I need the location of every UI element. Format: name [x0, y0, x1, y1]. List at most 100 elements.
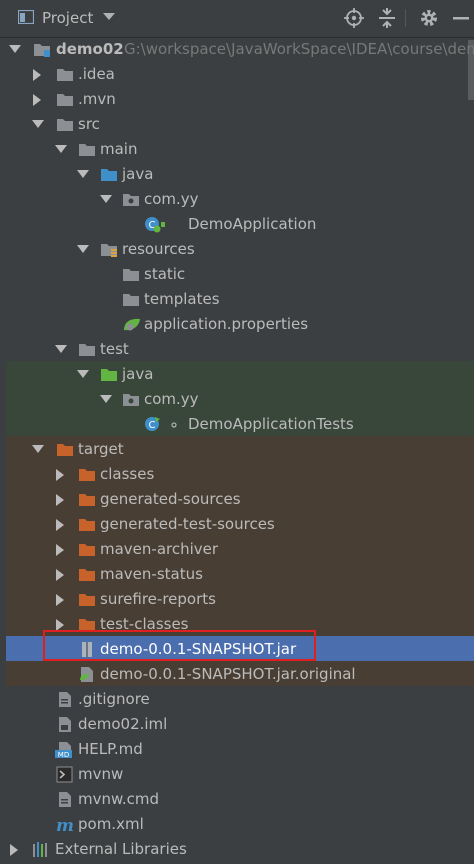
tree-row-surefire-reports[interactable]: surefire-reports — [0, 587, 474, 612]
spring-properties-icon — [124, 318, 140, 331]
locate-icon[interactable] — [344, 8, 364, 28]
tree-item-label: classes — [100, 465, 155, 483]
resources-folder-icon — [101, 244, 117, 257]
tree-item-label: static — [144, 265, 186, 283]
expand-arrow-icon[interactable] — [32, 445, 44, 453]
tree-row-resources[interactable]: resources — [0, 237, 474, 262]
expand-arrow-icon[interactable] — [9, 45, 21, 53]
tree-item-label: mvnw — [78, 765, 124, 783]
excluded-folder-icon — [79, 494, 95, 506]
tree-row-mvnw-cmd[interactable]: mvnw.cmd — [0, 787, 474, 812]
tree-item-label: pom.xml — [78, 815, 144, 833]
collapse-arrow-icon[interactable] — [56, 494, 64, 506]
tree-item-label: java — [122, 365, 154, 383]
expand-arrow-icon[interactable] — [100, 395, 112, 403]
tree-row-test-java[interactable]: java — [0, 362, 474, 387]
expand-arrow-icon[interactable] — [77, 245, 89, 253]
tree-item-label: .gitignore — [78, 690, 150, 708]
tree-row-test-package[interactable]: com.yy — [0, 387, 474, 412]
collapse-arrow-icon[interactable] — [10, 844, 18, 856]
file-icon — [80, 667, 93, 682]
tree-row-demo-application[interactable]: C DemoApplication — [0, 212, 474, 237]
excluded-folder-icon — [79, 544, 95, 556]
tree-item-label: com.yy — [144, 390, 199, 408]
module-folder-icon — [34, 44, 50, 57]
collapse-arrow-icon[interactable] — [33, 69, 41, 81]
expand-arrow-icon[interactable] — [32, 120, 44, 128]
expand-arrow-icon[interactable] — [100, 195, 112, 203]
tree-item-label: surefire-reports — [100, 590, 216, 608]
libraries-icon — [33, 842, 47, 857]
tree-row-snapshot-jar-original[interactable]: demo-0.0.1-SNAPSHOT.jar.original — [0, 662, 474, 687]
panel-title[interactable]: Project — [42, 9, 93, 27]
expand-arrow-icon[interactable] — [55, 345, 67, 353]
collapse-arrow-icon[interactable] — [56, 544, 64, 556]
collapse-arrow-icon[interactable] — [56, 469, 64, 481]
tree-item-label: mvnw.cmd — [78, 790, 160, 808]
tree-item-label: .mvn — [78, 90, 116, 108]
tree-row-main-java[interactable]: java — [0, 162, 474, 187]
tree-item-label: com.yy — [144, 190, 199, 208]
excluded-folder-icon — [79, 469, 95, 481]
spring-boot-class-icon: C — [145, 217, 165, 233]
tree-row-main[interactable]: main — [0, 137, 474, 162]
collapse-all-icon[interactable] — [377, 8, 397, 28]
tree-item-label: maven-archiver — [100, 540, 219, 558]
tree-item-label: generated-test-sources — [100, 515, 275, 533]
tree-row-gitignore[interactable]: .gitignore — [0, 687, 474, 712]
svg-text:MD: MD — [58, 751, 69, 758]
tree-row-mvn[interactable]: .mvn — [0, 87, 474, 112]
tree-row-pom[interactable]: m pom.xml — [0, 812, 474, 837]
collapse-arrow-icon[interactable] — [33, 94, 41, 106]
package-icon — [123, 194, 139, 206]
tree-item-label: resources — [122, 240, 195, 258]
folder-icon — [123, 269, 139, 281]
expand-arrow-icon[interactable] — [55, 145, 67, 153]
hide-icon[interactable] — [451, 8, 471, 28]
tree-item-label: target — [78, 440, 124, 458]
tree-row-target[interactable]: target — [0, 437, 474, 462]
expand-arrow-icon[interactable] — [77, 370, 89, 378]
folder-icon — [57, 119, 73, 131]
tree-row-demo-application-tests[interactable]: C DemoApplicationTests — [0, 412, 474, 437]
tree-row-templates[interactable]: templates — [0, 287, 474, 312]
tree-row-maven-status[interactable]: maven-status — [0, 562, 474, 587]
folder-icon — [123, 294, 139, 306]
tree-item-label: src — [78, 115, 100, 133]
dropdown-icon[interactable] — [103, 13, 115, 20]
tree-row-generated-test-sources[interactable]: generated-test-sources — [0, 512, 474, 537]
settings-icon[interactable] — [419, 8, 439, 28]
collapse-arrow-icon[interactable] — [56, 594, 64, 606]
tree-row-test[interactable]: test — [0, 337, 474, 362]
tree-row-help-md[interactable]: MD HELP.md — [0, 737, 474, 762]
tree-row-maven-archiver[interactable]: maven-archiver — [0, 537, 474, 562]
expand-arrow-icon[interactable] — [77, 170, 89, 178]
tree-row-external-libraries[interactable]: External Libraries — [0, 837, 474, 862]
folder-icon — [57, 94, 73, 106]
tree-row-classes[interactable]: classes — [0, 462, 474, 487]
tree-row-root[interactable]: demo02 G:\workspace\JavaWorkSpace\IDEA\c… — [0, 37, 474, 62]
text-file-icon — [59, 692, 71, 707]
collapse-arrow-icon[interactable] — [56, 519, 64, 531]
tree-row-idea[interactable]: .idea — [0, 62, 474, 87]
folder-icon — [79, 344, 95, 356]
collapse-arrow-icon[interactable] — [56, 569, 64, 581]
annotation-highlight-box — [43, 630, 316, 661]
tree-row-package[interactable]: com.yy — [0, 187, 474, 212]
tree-row-mvnw[interactable]: mvnw — [0, 762, 474, 787]
tree-row-src[interactable]: src — [0, 112, 474, 137]
tree-item-label: maven-status — [100, 565, 203, 583]
iml-file-icon — [59, 717, 71, 732]
excluded-folder-icon — [57, 444, 73, 456]
tree-item-label: templates — [144, 290, 220, 308]
tree-item-label: main — [100, 140, 138, 158]
tree-item-label: java — [122, 165, 154, 183]
tree-item-label: DemoApplication — [188, 215, 317, 233]
tree-row-application-properties[interactable]: application.properties — [0, 312, 474, 337]
tree-row-iml[interactable]: demo02.iml — [0, 712, 474, 737]
text-file-icon — [59, 792, 71, 807]
tree-row-static[interactable]: static — [0, 262, 474, 287]
tree-row-generated-sources[interactable]: generated-sources — [0, 487, 474, 512]
svg-text:C: C — [149, 420, 156, 431]
project-view-icon[interactable] — [18, 10, 34, 24]
